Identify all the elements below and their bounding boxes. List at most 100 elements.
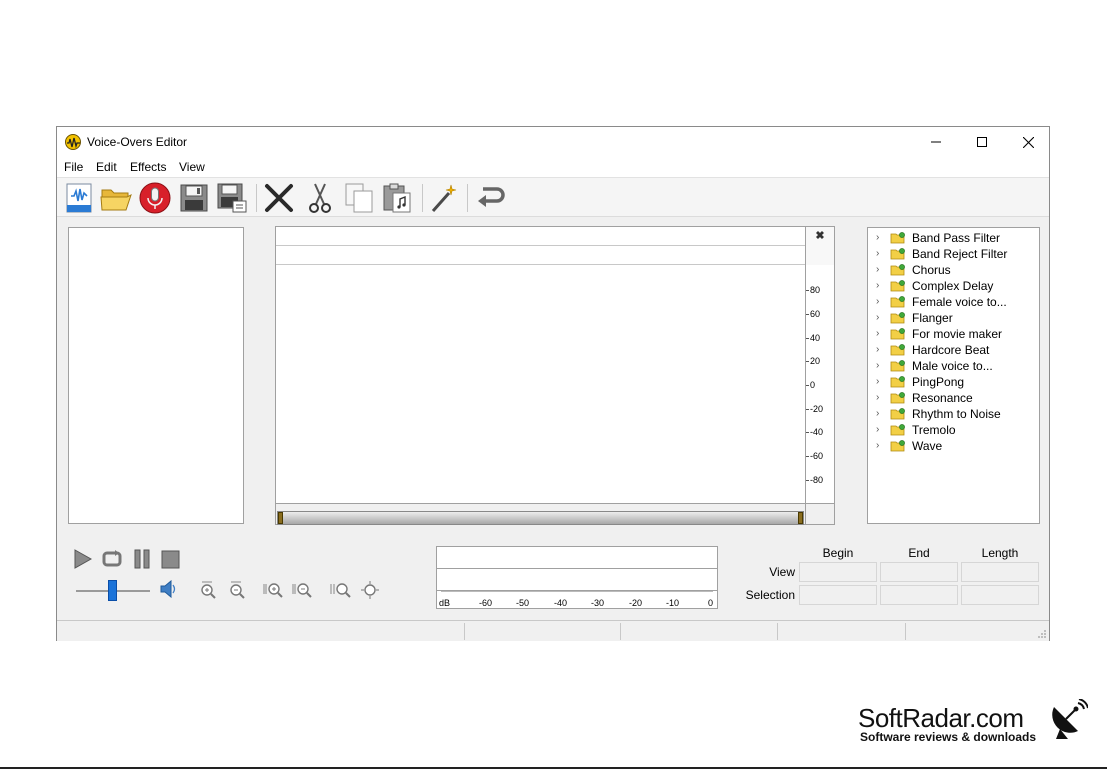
maximize-button[interactable] [959, 127, 1005, 157]
status-separator [905, 623, 906, 640]
scroll-handle-right[interactable] [798, 512, 803, 524]
expand-arrow-icon[interactable]: › [876, 422, 879, 438]
expand-arrow-icon[interactable]: › [876, 390, 879, 406]
effect-tree-item[interactable]: › Chorus [868, 262, 1039, 278]
effects-button[interactable] [427, 181, 461, 215]
resize-grip-icon[interactable] [1037, 629, 1047, 639]
menu-file[interactable]: File [64, 160, 83, 174]
effect-tree-item[interactable]: › Wave [868, 438, 1039, 454]
zoom-in-horizontal-button[interactable] [263, 580, 285, 600]
scrollbar-thumb[interactable] [277, 511, 804, 525]
effect-tree-item[interactable]: › Male voice to... [868, 358, 1039, 374]
effect-folder-icon [890, 264, 905, 276]
waveform-panel: ✖ 80 60 40 20 0 -20 -40 -60 -80 [275, 226, 835, 525]
db-tick-label: -60 [805, 451, 824, 461]
toolbar-separator [422, 184, 423, 212]
db-tick-label: 60 [805, 309, 821, 319]
expand-arrow-icon[interactable]: › [876, 326, 879, 342]
open-button[interactable] [99, 181, 133, 215]
zoom-out-horizontal-button[interactable] [292, 580, 314, 600]
effect-folder-icon [890, 424, 905, 436]
toolbar-separator [467, 184, 468, 212]
undo-button[interactable] [473, 181, 507, 215]
zoom-out-vertical-button[interactable] [227, 580, 247, 600]
save-button[interactable] [177, 181, 211, 215]
effect-tree-item[interactable]: › Tremolo [868, 422, 1039, 438]
db-tick-label: 80 [805, 285, 821, 295]
pause-button[interactable] [131, 548, 153, 570]
horizontal-scrollbar[interactable] [276, 503, 805, 525]
expand-arrow-icon[interactable]: › [876, 246, 879, 262]
expand-arrow-icon[interactable]: › [876, 278, 879, 294]
stop-button[interactable] [159, 548, 181, 570]
effect-tree-item[interactable]: › Complex Delay [868, 278, 1039, 294]
expand-arrow-icon[interactable]: › [876, 342, 879, 358]
expand-arrow-icon[interactable]: › [876, 438, 879, 454]
close-waveform-button[interactable]: ✖ [805, 227, 834, 265]
zoom-fit-button[interactable] [359, 580, 381, 600]
new-file-button[interactable] [62, 181, 96, 215]
zoom-selection-button[interactable] [330, 580, 352, 600]
meter-scale-label: -20 [629, 598, 643, 608]
copy-button[interactable] [342, 181, 376, 215]
play-button[interactable] [72, 548, 94, 570]
selection-end-field[interactable] [880, 585, 958, 605]
view-begin-field[interactable] [799, 562, 877, 582]
range-header-end: End [908, 546, 930, 560]
effect-folder-icon [890, 312, 905, 324]
selection-begin-field[interactable] [799, 585, 877, 605]
effect-folder-icon [890, 408, 905, 420]
file-list-panel[interactable] [68, 227, 244, 524]
menu-bar: File Edit Effects View [57, 157, 1049, 177]
expand-arrow-icon[interactable]: › [876, 374, 879, 390]
view-end-field[interactable] [880, 562, 958, 582]
meter-right-channel [437, 569, 717, 591]
effect-folder-icon [890, 328, 905, 340]
effect-tree-item[interactable]: › Resonance [868, 390, 1039, 406]
cut-button[interactable] [303, 181, 337, 215]
view-length-field[interactable] [961, 562, 1039, 582]
loop-button[interactable] [101, 548, 123, 570]
toolbar-separator [256, 184, 257, 212]
status-bar [57, 620, 1049, 641]
expand-arrow-icon[interactable]: › [876, 294, 879, 310]
menu-view[interactable]: View [179, 160, 205, 174]
record-button[interactable] [138, 181, 172, 215]
expand-arrow-icon[interactable]: › [876, 310, 879, 326]
effect-tree-item[interactable]: › Rhythm to Noise [868, 406, 1039, 422]
effect-tree-item[interactable]: › Female voice to... [868, 294, 1039, 310]
effect-tree-item[interactable]: › Band Pass Filter [868, 230, 1039, 246]
minimize-button[interactable] [913, 127, 959, 157]
volume-slider-thumb[interactable] [108, 580, 117, 601]
speaker-button[interactable] [159, 579, 177, 599]
waveform-canvas[interactable] [276, 265, 805, 503]
expand-arrow-icon[interactable]: › [876, 230, 879, 246]
save-as-button[interactable] [215, 181, 249, 215]
effect-tree-item[interactable]: › For movie maker [868, 326, 1039, 342]
menu-effects[interactable]: Effects [130, 160, 166, 174]
meter-left-channel [437, 547, 717, 569]
selection-length-field[interactable] [961, 585, 1039, 605]
db-tick-label: -80 [805, 475, 824, 485]
title-bar: Voice-Overs Editor [57, 127, 1049, 157]
expand-arrow-icon[interactable]: › [876, 262, 879, 278]
meter-scale-label: -30 [591, 598, 605, 608]
effect-folder-icon [890, 232, 905, 244]
close-button[interactable] [1005, 127, 1051, 157]
scroll-handle-left[interactable] [278, 512, 283, 524]
toolbar [57, 177, 1049, 217]
effect-tree-item[interactable]: › Band Reject Filter [868, 246, 1039, 262]
effect-folder-icon [890, 360, 905, 372]
effect-tree-item[interactable]: › Hardcore Beat [868, 342, 1039, 358]
menu-edit[interactable]: Edit [96, 160, 117, 174]
zoom-in-vertical-button[interactable] [198, 580, 218, 600]
effect-tree-item[interactable]: › PingPong [868, 374, 1039, 390]
meter-scale-label: -10 [666, 598, 680, 608]
expand-arrow-icon[interactable]: › [876, 358, 879, 374]
paste-button[interactable] [380, 181, 414, 215]
expand-arrow-icon[interactable]: › [876, 406, 879, 422]
delete-button[interactable] [262, 181, 296, 215]
app-waveform-icon [65, 134, 81, 150]
range-header-begin: Begin [822, 546, 854, 560]
effect-tree-item[interactable]: › Flanger [868, 310, 1039, 326]
